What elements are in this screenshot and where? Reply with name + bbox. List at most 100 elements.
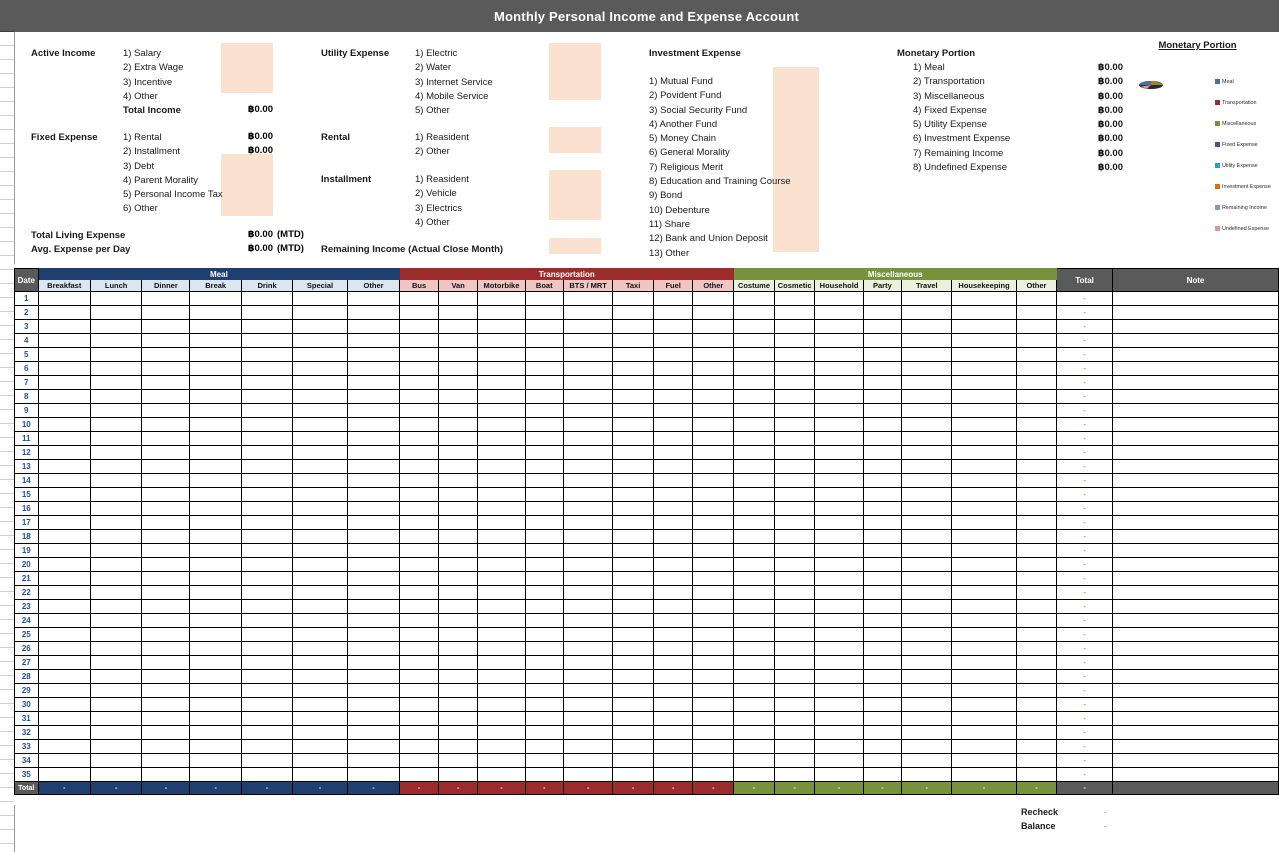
- expense-cell[interactable]: [437, 291, 479, 306]
- expense-cell[interactable]: [89, 767, 143, 782]
- expense-cell[interactable]: [240, 669, 294, 684]
- expense-cell[interactable]: [612, 487, 654, 502]
- expense-cell[interactable]: [346, 487, 401, 502]
- expense-cell[interactable]: [951, 487, 1017, 502]
- expense-cell[interactable]: [652, 361, 694, 376]
- expense-cell[interactable]: [524, 697, 565, 712]
- expense-cell[interactable]: [951, 627, 1017, 642]
- expense-cell[interactable]: [1015, 291, 1058, 306]
- expense-cell[interactable]: [733, 613, 775, 628]
- row-handle[interactable]: [0, 704, 14, 718]
- expense-cell[interactable]: [901, 529, 953, 544]
- expense-cell[interactable]: [951, 725, 1017, 740]
- expense-cell[interactable]: [1015, 361, 1058, 376]
- table-row[interactable]: 12 -: [14, 445, 1279, 460]
- row-handle[interactable]: [0, 816, 14, 830]
- expense-cell[interactable]: [89, 641, 143, 656]
- expense-cell[interactable]: [89, 347, 143, 362]
- expense-cell[interactable]: [951, 445, 1017, 460]
- expense-cell[interactable]: [292, 319, 348, 334]
- expense-cell[interactable]: [399, 655, 439, 670]
- date-cell[interactable]: 11: [14, 431, 39, 446]
- expense-cell[interactable]: [346, 347, 401, 362]
- expense-cell[interactable]: [612, 753, 654, 768]
- row-handle[interactable]: [0, 116, 14, 130]
- expense-cell[interactable]: [141, 725, 191, 740]
- expense-cell[interactable]: [141, 417, 191, 432]
- expense-cell[interactable]: [37, 543, 91, 558]
- column-header-total[interactable]: Total: [1056, 268, 1113, 292]
- date-cell[interactable]: 32: [14, 725, 39, 740]
- expense-cell[interactable]: [37, 319, 91, 334]
- expense-cell[interactable]: [652, 641, 694, 656]
- expense-cell[interactable]: [346, 725, 401, 740]
- expense-cell[interactable]: [862, 557, 903, 572]
- expense-cell[interactable]: [141, 571, 191, 586]
- expense-cell[interactable]: [612, 697, 654, 712]
- date-cell[interactable]: 28: [14, 669, 39, 684]
- table-row[interactable]: 33 -: [14, 739, 1279, 754]
- expense-cell[interactable]: [733, 319, 775, 334]
- expense-cell[interactable]: [563, 655, 614, 670]
- expense-cell[interactable]: [477, 613, 526, 628]
- row-handle[interactable]: [0, 186, 14, 200]
- expense-cell[interactable]: [652, 585, 694, 600]
- expense-cell[interactable]: [189, 697, 242, 712]
- expense-cell[interactable]: [189, 543, 242, 558]
- date-cell[interactable]: 17: [14, 515, 39, 530]
- expense-cell[interactable]: [292, 613, 348, 628]
- expense-cell[interactable]: [862, 445, 903, 460]
- table-row[interactable]: 26 -: [14, 641, 1279, 656]
- date-cell[interactable]: 15: [14, 487, 39, 502]
- expense-cell[interactable]: [862, 291, 903, 306]
- expense-cell[interactable]: [524, 725, 565, 740]
- expense-cell[interactable]: [814, 613, 864, 628]
- note-cell[interactable]: [1111, 557, 1279, 572]
- row-handle[interactable]: [0, 326, 14, 340]
- expense-cell[interactable]: [612, 571, 654, 586]
- expense-cell[interactable]: [814, 725, 864, 740]
- expense-cell[interactable]: [437, 669, 479, 684]
- expense-cell[interactable]: [477, 473, 526, 488]
- expense-cell[interactable]: [141, 641, 191, 656]
- expense-cell[interactable]: [399, 697, 439, 712]
- expense-cell[interactable]: [733, 767, 775, 782]
- expense-cell[interactable]: [240, 319, 294, 334]
- expense-cell[interactable]: [189, 473, 242, 488]
- expense-cell[interactable]: [733, 515, 775, 530]
- expense-cell[interactable]: [399, 291, 439, 306]
- expense-cell[interactable]: [652, 669, 694, 684]
- expense-cell[interactable]: [189, 305, 242, 320]
- expense-cell[interactable]: [524, 487, 565, 502]
- column-header-note[interactable]: Note: [1111, 268, 1279, 292]
- expense-cell[interactable]: [141, 389, 191, 404]
- expense-cell[interactable]: [189, 711, 242, 726]
- date-cell[interactable]: 13: [14, 459, 39, 474]
- row-handle[interactable]: [0, 452, 14, 466]
- expense-cell[interactable]: [692, 361, 735, 376]
- expense-cell[interactable]: [37, 305, 91, 320]
- expense-cell[interactable]: [437, 599, 479, 614]
- expense-cell[interactable]: [292, 711, 348, 726]
- expense-cell[interactable]: [477, 515, 526, 530]
- expense-cell[interactable]: [612, 627, 654, 642]
- row-handle[interactable]: [0, 550, 14, 564]
- expense-cell[interactable]: [563, 753, 614, 768]
- expense-cell[interactable]: [399, 487, 439, 502]
- expense-cell[interactable]: [862, 543, 903, 558]
- expense-cell[interactable]: [524, 431, 565, 446]
- row-handle[interactable]: [0, 536, 14, 550]
- row-handle[interactable]: [0, 844, 14, 852]
- expense-cell[interactable]: [524, 333, 565, 348]
- expense-cell[interactable]: [292, 669, 348, 684]
- note-cell[interactable]: [1111, 739, 1279, 754]
- table-row[interactable]: 8-: [14, 389, 1279, 404]
- expense-cell[interactable]: [524, 739, 565, 754]
- expense-cell[interactable]: [814, 669, 864, 684]
- expense-cell[interactable]: [951, 669, 1017, 684]
- row-handle[interactable]: [0, 312, 14, 326]
- expense-cell[interactable]: [37, 501, 91, 516]
- expense-cell[interactable]: [901, 515, 953, 530]
- expense-cell[interactable]: [901, 473, 953, 488]
- note-cell[interactable]: [1111, 431, 1279, 446]
